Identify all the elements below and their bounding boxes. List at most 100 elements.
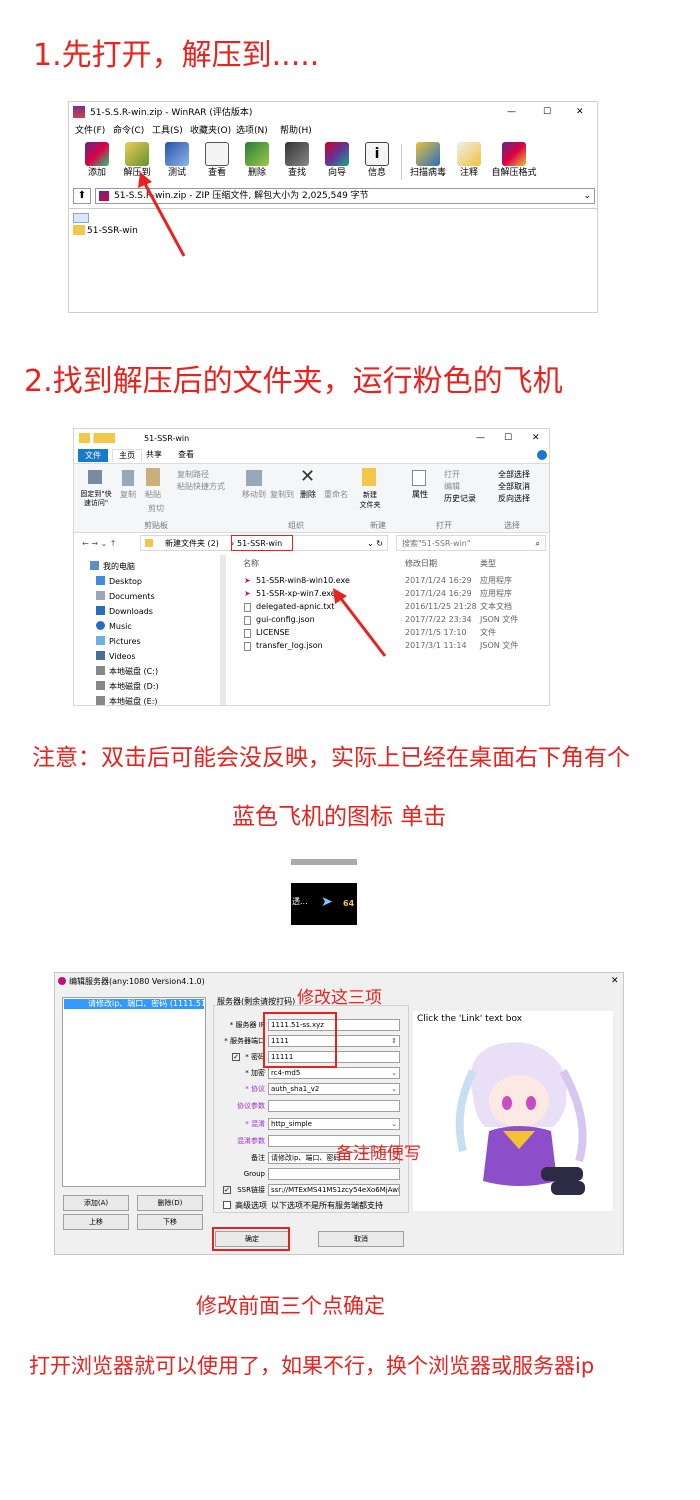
file-type: 应用程序 bbox=[480, 589, 512, 598]
minimize-button[interactable]: — bbox=[507, 106, 516, 118]
nav-this-pc[interactable]: 我的电脑 bbox=[90, 561, 135, 572]
toolbar-comment[interactable]: 注释 bbox=[449, 142, 489, 179]
protocol-param-field[interactable] bbox=[268, 1100, 400, 1112]
file-name: gui-config.json bbox=[256, 615, 315, 624]
toolbar-info[interactable]: i 信息 bbox=[357, 142, 397, 179]
tab-share[interactable]: 共享 bbox=[146, 450, 162, 460]
new-folder-button[interactable]: 新建 文件夹 bbox=[356, 490, 384, 510]
move-to-button[interactable]: 移动到 bbox=[242, 490, 266, 500]
tab-home[interactable]: 主页 bbox=[112, 449, 142, 462]
properties-button[interactable]: 属性 bbox=[412, 490, 428, 500]
protocol-select[interactable]: auth_sha1_v2 ⌄ bbox=[268, 1083, 400, 1095]
paste-button[interactable]: 粘贴 bbox=[145, 490, 161, 500]
tab-file[interactable]: 文件 bbox=[78, 449, 108, 462]
copy-path-button[interactable]: 复制路径 bbox=[177, 470, 209, 480]
copy-button[interactable]: 复制 bbox=[120, 490, 136, 500]
toolbar-wizard[interactable]: 向导 bbox=[317, 142, 357, 179]
group-field[interactable] bbox=[268, 1168, 400, 1180]
move-down-button[interactable]: 下移 bbox=[137, 1214, 203, 1230]
up-folder-button[interactable]: ⬆ bbox=[73, 188, 91, 204]
maximize-button[interactable]: ☐ bbox=[504, 432, 512, 444]
invert-selection-button[interactable]: 反向选择 bbox=[498, 494, 530, 504]
col-date[interactable]: 修改日期 bbox=[405, 559, 437, 569]
nav-drive-d[interactable]: 本地磁盘 (D:) bbox=[96, 681, 159, 692]
advanced-label: 高级选项 bbox=[235, 1201, 267, 1210]
label-server-ip: * 服务器 IP bbox=[229, 1021, 265, 1029]
toolbar-sfx[interactable]: 自解压格式 bbox=[489, 142, 539, 179]
show-password-checkbox[interactable]: ✓ bbox=[232, 1053, 240, 1061]
pin-button[interactable]: 固定到"快速访问" bbox=[77, 490, 115, 508]
history-button[interactable]: 历史记录 bbox=[444, 494, 476, 504]
nav-music[interactable]: Music bbox=[96, 621, 132, 632]
menu-favorites[interactable]: 收藏夹(O) bbox=[190, 125, 231, 137]
menu-options[interactable]: 选项(N) bbox=[236, 125, 268, 137]
search-box[interactable]: 搜索"51-SSR-win" ⌕ bbox=[396, 535, 546, 551]
close-button[interactable]: ✕ bbox=[576, 106, 584, 118]
menu-command[interactable]: 命令(C) bbox=[113, 125, 144, 137]
open-button[interactable]: 打开 bbox=[444, 470, 460, 480]
file-type: 文件 bbox=[480, 628, 496, 637]
cut-button[interactable]: 剪切 bbox=[148, 504, 164, 514]
add-button[interactable]: 添加(A) bbox=[63, 1195, 129, 1211]
breadcrumb-current[interactable]: 51-SSR-win bbox=[237, 539, 282, 549]
toolbar-scan-virus[interactable]: 扫描病毒 bbox=[405, 142, 451, 179]
select-none-button[interactable]: 全部取消 bbox=[498, 482, 530, 492]
nav-desktop[interactable]: Desktop bbox=[96, 576, 142, 587]
move-up-button[interactable]: 上移 bbox=[63, 1214, 129, 1230]
highlight-three-fields bbox=[263, 1012, 337, 1068]
toolbar-delete[interactable]: 删除 bbox=[237, 142, 277, 179]
quick-access-icons[interactable] bbox=[79, 433, 115, 443]
menu-tools[interactable]: 工具(S) bbox=[152, 125, 183, 137]
nav-videos[interactable]: Videos bbox=[96, 651, 136, 662]
nav-downloads[interactable]: Downloads bbox=[96, 606, 153, 617]
select-all-button[interactable]: 全部选择 bbox=[498, 470, 530, 480]
rename-button[interactable]: 重命名 bbox=[324, 490, 348, 500]
address-bar[interactable]: 新建文件夹 (2) › 51-SSR-win ⌄ ↻ bbox=[140, 535, 388, 551]
toolbar-add[interactable]: 添加 bbox=[77, 142, 117, 179]
ssr-icon bbox=[58, 977, 66, 985]
cancel-button[interactable]: 取消 bbox=[318, 1231, 404, 1247]
parent-folder-item[interactable] bbox=[73, 213, 89, 223]
nav-drive-e[interactable]: 本地磁盘 (E:) bbox=[96, 696, 158, 705]
menu-file[interactable]: 文件(F) bbox=[75, 125, 105, 137]
step2-title: 2.找到解压后的文件夹，运行粉色的飞机 bbox=[24, 364, 563, 399]
annotation-modify-three: 修改这三项 bbox=[297, 988, 382, 1008]
ssr-plane-icon[interactable]: ➤ bbox=[321, 895, 333, 909]
books-icon bbox=[85, 142, 109, 166]
obfs-select[interactable]: http_simple ⌄ bbox=[268, 1118, 400, 1130]
server-list-item[interactable]: 请修改ip、端口、密码 (1111.51 bbox=[64, 999, 204, 1009]
breadcrumb-parent[interactable]: 新建文件夹 (2) bbox=[165, 539, 219, 549]
back-forward-buttons[interactable]: ← → ⌄ ↑ bbox=[82, 539, 116, 549]
nav-drive-c[interactable]: 本地磁盘 (C:) bbox=[96, 666, 158, 677]
delete-button[interactable]: 删除 bbox=[300, 490, 316, 500]
ssr-link-field[interactable]: ssr://MTExMS41MS1zcy54eXo6MjAwM bbox=[268, 1184, 400, 1196]
server-list[interactable]: 请修改ip、端口、密码 (1111.51 bbox=[62, 997, 206, 1187]
delete-button[interactable]: 删除(D) bbox=[137, 1195, 203, 1211]
toolbar-label: 向导 bbox=[327, 168, 346, 178]
group-organize: 组织 bbox=[288, 521, 304, 530]
menu-help[interactable]: 帮助(H) bbox=[280, 125, 312, 137]
nav-pictures[interactable]: Pictures bbox=[96, 636, 141, 647]
advanced-note: 以下选项不是所有服务端都支持 bbox=[271, 1201, 383, 1210]
advanced-checkbox[interactable] bbox=[223, 1201, 231, 1209]
copy-to-button[interactable]: 复制到 bbox=[270, 490, 294, 500]
nav-documents[interactable]: Documents bbox=[96, 591, 155, 602]
nav-scrollbar[interactable] bbox=[220, 555, 226, 705]
toolbar-label: 自解压格式 bbox=[491, 168, 537, 178]
chevron-down-icon[interactable]: ⌄ bbox=[583, 190, 591, 202]
toolbar-view[interactable]: 查看 bbox=[197, 142, 237, 179]
close-button[interactable]: ✕ bbox=[611, 975, 619, 987]
edit-button[interactable]: 编辑 bbox=[444, 482, 460, 492]
col-name[interactable]: 名称 bbox=[243, 559, 259, 569]
encryption-select[interactable]: rc4-md5 ⌄ bbox=[268, 1067, 400, 1079]
maximize-button[interactable]: ☐ bbox=[543, 106, 551, 118]
spinner-icon[interactable]: ⇕ bbox=[391, 1036, 397, 1046]
col-type[interactable]: 类型 bbox=[480, 559, 496, 569]
close-button[interactable]: ✕ bbox=[532, 432, 540, 444]
paste-shortcut-button[interactable]: 粘贴快捷方式 bbox=[177, 482, 225, 492]
toolbar-label: 查看 bbox=[207, 168, 226, 178]
tab-view[interactable]: 查看 bbox=[178, 450, 194, 460]
toolbar-find[interactable]: 查找 bbox=[277, 142, 317, 179]
help-icon[interactable] bbox=[537, 450, 547, 460]
ssr-link-checkbox[interactable]: ✓ bbox=[223, 1186, 231, 1194]
